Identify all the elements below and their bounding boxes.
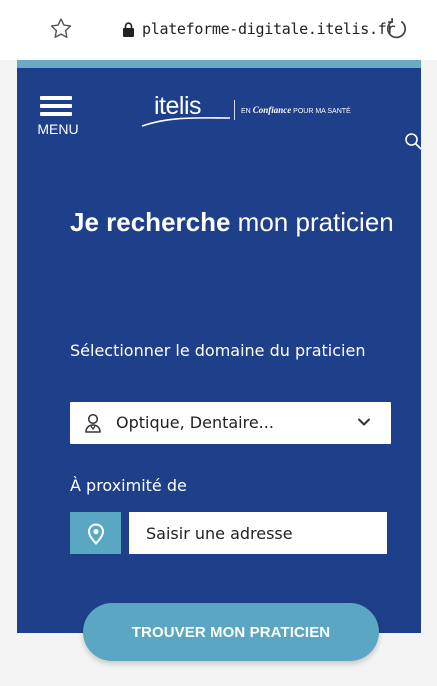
address-input[interactable] xyxy=(129,512,387,554)
proximity-label: À proximité de xyxy=(70,476,187,495)
menu-label: MENU xyxy=(37,121,79,137)
url-text: plateforme-digitale.itelis.fr xyxy=(142,20,396,38)
url-field[interactable]: plateforme-digitale.itelis.fr xyxy=(122,20,396,38)
logo-divider xyxy=(234,100,235,120)
domain-select-value: Optique, Dentaire... xyxy=(116,413,274,432)
chevron-down-icon xyxy=(358,418,370,426)
domain-label: Sélectionner le domaine du praticien xyxy=(70,341,366,360)
geolocate-button[interactable] xyxy=(70,512,121,554)
top-accent-bar xyxy=(17,60,421,68)
find-practitioner-button[interactable]: TROUVER MON PRATICIEN xyxy=(83,603,379,661)
logo-tagline: EN Confiance POUR MA SANTÉ xyxy=(241,105,351,115)
location-pin-icon xyxy=(87,523,105,545)
reload-icon[interactable] xyxy=(384,16,410,42)
domain-select[interactable]: Optique, Dentaire... xyxy=(70,402,391,444)
menu-button[interactable]: MENU xyxy=(30,92,90,142)
star-icon[interactable] xyxy=(48,16,74,42)
browser-address-bar: plateforme-digitale.itelis.fr xyxy=(0,0,437,60)
logo-wordmark: itelis xyxy=(154,92,202,120)
person-icon xyxy=(85,413,101,433)
search-icon[interactable] xyxy=(404,132,422,150)
lock-icon xyxy=(123,21,134,37)
itelis-logo[interactable]: itelis EN Confiance POUR MA SANTÉ xyxy=(140,88,380,138)
page-title: Je recherche mon praticien xyxy=(70,207,394,237)
